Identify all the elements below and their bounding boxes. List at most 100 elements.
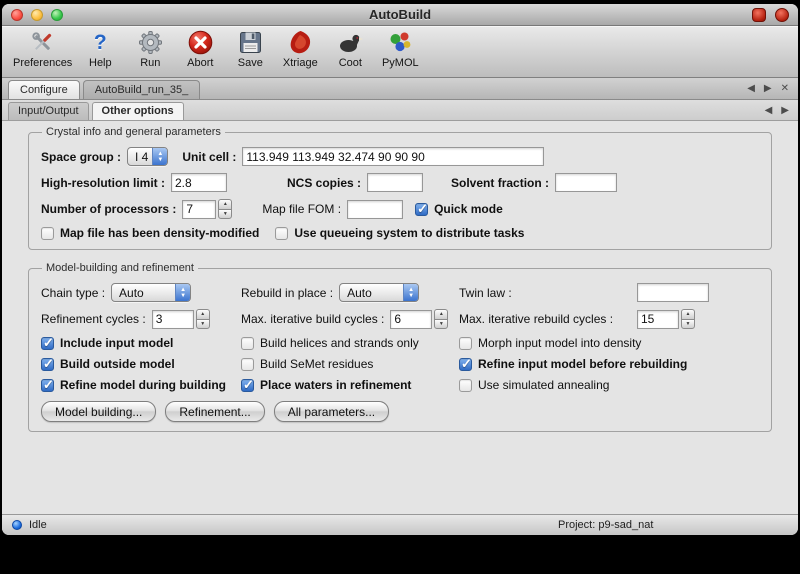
checkbox-box[interactable] (275, 227, 288, 240)
place-waters-checkbox[interactable]: Place waters in refinement (241, 378, 411, 392)
titlebar-badges (752, 8, 789, 22)
tab-autobuild-run-35[interactable]: AutoBuild_run_35_ (83, 80, 201, 99)
nproc-input[interactable] (182, 200, 216, 219)
all-parameters-button[interactable]: All parameters... (274, 401, 389, 422)
high-res-input[interactable] (171, 173, 227, 192)
run-tab-bar: Configure AutoBuild_run_35_ ◀ ▶ ✕ (2, 78, 798, 100)
quick-mode-checkbox[interactable]: Quick mode (415, 202, 503, 216)
tab-input-output[interactable]: Input/Output (8, 102, 89, 120)
stepper-down-icon[interactable] (681, 319, 695, 330)
stepper-down-icon[interactable] (218, 209, 232, 220)
ncs-copies-input[interactable] (367, 173, 423, 192)
toolbar-label: Coot (339, 57, 362, 69)
checkbox-box[interactable] (241, 379, 254, 392)
refine-during-building-checkbox[interactable]: Refine model during building (41, 378, 226, 392)
stepper-up-icon[interactable] (218, 199, 232, 209)
checkbox-box[interactable] (41, 337, 54, 350)
column: Refine model during building (41, 378, 241, 392)
other-options-panel: Crystal info and general parameters Spac… (2, 121, 798, 514)
status-led-icon (12, 520, 22, 530)
tab-nav-controls: ◀ ▶ (765, 105, 789, 116)
stepper-up-icon[interactable] (196, 309, 210, 319)
rebuild-in-place-select[interactable]: Auto (339, 283, 419, 302)
help-button[interactable]: ? Help (75, 29, 125, 69)
checkbox-box[interactable] (41, 227, 54, 240)
column: Refinement cycles : (41, 309, 241, 329)
queueing-system-checkbox[interactable]: Use queueing system to distribute tasks (275, 226, 524, 240)
rebuild-cycles-input[interactable] (637, 310, 679, 329)
refine-input-model-checkbox[interactable]: Refine input model before rebuilding (459, 357, 687, 371)
pymol-button[interactable]: PyMOL (375, 29, 425, 69)
chain-type-select[interactable]: Auto (111, 283, 191, 302)
toolbar-label: Xtriage (283, 57, 318, 69)
column: Build helices and strands only (241, 336, 459, 350)
nproc-stepper[interactable] (218, 199, 232, 219)
tab-other-options[interactable]: Other options (92, 102, 184, 120)
help-icon: ? (87, 29, 114, 56)
build-cycles-input[interactable] (390, 310, 432, 329)
preferences-icon (29, 29, 56, 56)
zoom-window-button[interactable] (51, 9, 63, 21)
checkbox-box[interactable] (41, 379, 54, 392)
rebuild-cycles-stepper[interactable] (681, 309, 695, 329)
minimize-window-button[interactable] (31, 9, 43, 21)
solvent-fraction-input[interactable] (555, 173, 617, 192)
tab-scroll-left-icon[interactable]: ◀ (747, 83, 755, 94)
stepper-up-icon[interactable] (434, 309, 448, 319)
space-group-value: I 4 (135, 150, 148, 164)
build-cycles-stepper[interactable] (434, 309, 448, 329)
checkbox-box[interactable] (415, 203, 428, 216)
abort-button[interactable]: Abort (175, 29, 225, 69)
build-outside-model-checkbox[interactable]: Build outside model (41, 357, 175, 371)
column: Build outside model (41, 357, 241, 371)
save-button[interactable]: Save (225, 29, 275, 69)
stepper-down-icon[interactable] (196, 319, 210, 330)
refinement-cycles-label: Refinement cycles : (41, 312, 146, 326)
tab-scroll-right-icon[interactable]: ▶ (781, 105, 789, 116)
tab-label: Input/Output (18, 105, 79, 117)
twin-law-input[interactable] (637, 283, 709, 302)
refinement-cycles-input[interactable] (152, 310, 194, 329)
coot-button[interactable]: Coot (325, 29, 375, 69)
titlebar[interactable]: AutoBuild (2, 4, 798, 26)
checkbox-box[interactable] (459, 337, 472, 350)
preferences-button[interactable]: Preferences (10, 29, 75, 69)
tab-scroll-left-icon[interactable]: ◀ (765, 105, 773, 116)
stepper-up-icon[interactable] (681, 309, 695, 319)
column: Refine input model before rebuilding (459, 357, 759, 371)
xtriage-button[interactable]: Xtriage (275, 29, 325, 69)
checkbox-box[interactable] (41, 358, 54, 371)
checkbox-label: Use simulated annealing (478, 378, 609, 392)
checkbox-label: Build SeMet residues (260, 357, 373, 371)
rebuild-in-place-value: Auto (347, 286, 372, 300)
simulated-annealing-checkbox[interactable]: Use simulated annealing (459, 378, 609, 392)
build-semet-residues-checkbox[interactable]: Build SeMet residues (241, 357, 373, 371)
tab-label: AutoBuild_run_35_ (95, 84, 189, 96)
unit-cell-input[interactable] (242, 147, 544, 166)
pymol-icon (387, 29, 414, 56)
build-helices-strands-checkbox[interactable]: Build helices and strands only (241, 336, 419, 350)
checkbox-box[interactable] (459, 358, 472, 371)
stepper-down-icon[interactable] (434, 319, 448, 330)
tab-scroll-right-icon[interactable]: ▶ (764, 83, 772, 94)
morph-input-model-checkbox[interactable]: Morph input model into density (459, 336, 641, 350)
map-fom-input[interactable] (347, 200, 403, 219)
checkbox-box[interactable] (241, 337, 254, 350)
refinement-cycles-stepper[interactable] (196, 309, 210, 329)
run-button[interactable]: Run (125, 29, 175, 69)
tab-close-icon[interactable]: ✕ (781, 83, 789, 94)
include-input-model-checkbox[interactable]: Include input model (41, 336, 173, 350)
checkbox-box[interactable] (459, 379, 472, 392)
tab-configure[interactable]: Configure (8, 80, 80, 99)
model-building-button[interactable]: Model building... (41, 401, 156, 422)
space-group-select[interactable]: I 4 (127, 147, 168, 166)
checkbox-label: Build outside model (60, 357, 175, 371)
close-window-button[interactable] (11, 9, 23, 21)
refinement-button[interactable]: Refinement... (165, 401, 264, 422)
high-res-label: High-resolution limit : (41, 176, 165, 190)
project-label: Project: p9-sad_nat (558, 519, 653, 531)
density-modified-checkbox[interactable]: Map file has been density-modified (41, 226, 259, 240)
nproc-label: Number of processors : (41, 202, 176, 216)
chain-type-value: Auto (119, 286, 144, 300)
checkbox-box[interactable] (241, 358, 254, 371)
